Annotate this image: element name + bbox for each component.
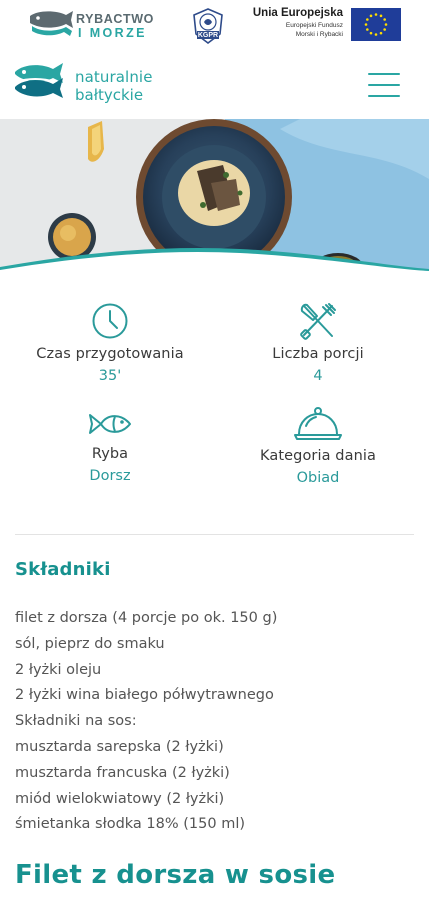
eu-logo-subtitle-line1: Europejski Fundusz [285,22,343,29]
eu-star [369,31,373,35]
recipe-title: Filet z dorsza w sosie [15,860,336,890]
servings-label: Liczba porcji [272,346,364,362]
eu-logo-subtitle-line2: Morski i Rybacki [295,31,343,38]
ingredients-title: Składniki [15,559,111,580]
info-prep-time: Czas przygotowania 35' [3,302,217,384]
category-value[interactable]: Obiad [211,470,425,486]
fish-icon [89,414,131,434]
site-header: naturalnie bałtyckie [0,56,429,118]
eu-star [383,18,386,21]
ingredient-item: 2 łyżki oleju [15,661,102,678]
eu-star [384,23,388,26]
ingredient-item: Składniki na sos: [15,713,137,730]
cloche-icon [294,407,342,440]
ingredient-item: sól, pieprz do smaku [15,635,165,652]
eu-star [379,14,383,18]
naturalnie-fish-logo-icon [15,63,63,98]
hamburger-line [368,73,400,75]
info-fish: Ryba Dorsz [3,408,217,484]
ingredient-item: miód wielokwiatowy (2 łyżki) [15,790,225,807]
site-logo-text-line1: naturalnie [75,68,153,86]
partner-logo-strip: RYBACTWO I MORZE KGPR Unia Europejska Eu… [0,0,429,52]
servings-value: 4 [313,368,323,384]
fish-value[interactable]: Dorsz [3,468,217,484]
eu-star [364,23,368,26]
prep-time-label: Czas przygotowania [36,346,184,362]
site-logo-text-line2: bałtyckie [75,86,144,104]
rybactwo-logo-text-line2: I MORZE [78,26,147,40]
ingredient-item: filet z dorsza (4 porcje po ok. 150 g) [15,610,278,626]
clock-icon [92,303,128,339]
hamburger-line [368,84,400,86]
rybactwo-logo-text-line1: RYBACTWO [76,12,154,26]
fish-label: Ryba [91,446,129,462]
info-servings: Liczba porcji 4 [211,302,425,384]
eu-star [374,33,378,36]
hamburger-menu-icon[interactable] [368,73,400,97]
eu-star [366,28,369,31]
eu-star [374,13,378,16]
ingredients-list: filet z dorsza (4 porcje po ok. 150 g) s… [15,606,415,838]
eu-logo-title: Unia Europejska [252,7,343,19]
fork-knife-icon [300,303,336,340]
kgpr-logo-text: KGPR [197,32,219,39]
eu-funding-logo[interactable]: Unia Europejska Europejski Fundusz Morsk… [251,7,401,43]
ingredient-item: 2 łyżki wina białego półwytrawnego [15,687,274,704]
naturalnie-baltyckie-logo[interactable]: naturalnie bałtyckie [13,60,153,110]
rybactwo-i-morze-logo[interactable]: RYBACTWO I MORZE [28,9,153,41]
ingredient-item: musztarda francuska (2 łyżki) [15,764,230,781]
kgpr-logo[interactable]: KGPR [191,8,225,44]
recipe-hero-image [0,119,429,274]
eu-flag-icon [351,8,401,41]
eu-star [383,28,386,31]
ingredient-item: musztarda sarepska (2 łyżki) [15,738,224,755]
eu-star [369,14,373,18]
info-category: Kategoria dania Obiad [211,406,425,486]
prep-time-value: 35' [98,368,122,384]
rybactwo-fish-logo-icon [30,11,73,36]
eu-star [379,31,383,35]
category-label: Kategoria dania [260,448,376,464]
section-divider [15,534,414,535]
hamburger-line [368,95,400,97]
ingredient-item: śmietanka słodka 18% (150 ml) [15,816,246,833]
eu-star [366,18,369,21]
